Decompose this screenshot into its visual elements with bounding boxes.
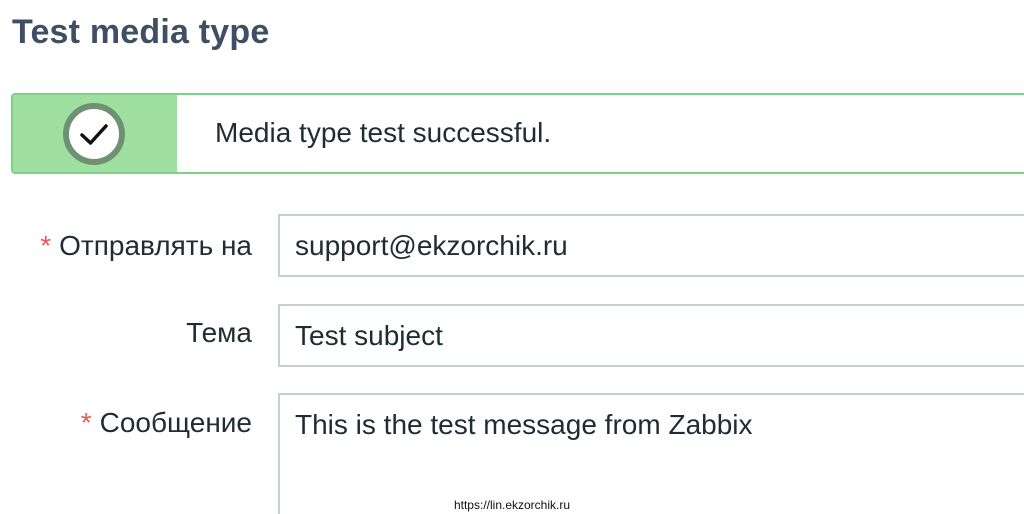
subject-label: Тема: [186, 317, 252, 348]
send-to-input[interactable]: support@ekzorchik.ru: [278, 214, 1024, 277]
subject-input[interactable]: Test subject: [278, 304, 1024, 367]
message-label-text: Сообщение: [99, 407, 252, 438]
send-to-label-text: Отправлять на: [59, 230, 252, 261]
dialog-title: Test media type: [12, 13, 270, 51]
message-icon-area: [13, 95, 177, 172]
check-circle-icon: [63, 103, 125, 165]
send-to-label: * Отправлять на: [40, 230, 252, 262]
success-message-box: Media type test successful.: [11, 93, 1024, 174]
message-label: * Сообщение: [81, 407, 252, 439]
message-textarea[interactable]: This is the test message from Zabbix: [278, 393, 1024, 514]
test-media-type-dialog: Test media type Media type test successf…: [0, 0, 1024, 514]
watermark-url: https://lin.ekzorchik.ru: [453, 498, 571, 512]
required-marker: *: [80, 407, 92, 438]
required-marker: *: [40, 230, 52, 261]
message-text: Media type test successful.: [215, 117, 552, 148]
